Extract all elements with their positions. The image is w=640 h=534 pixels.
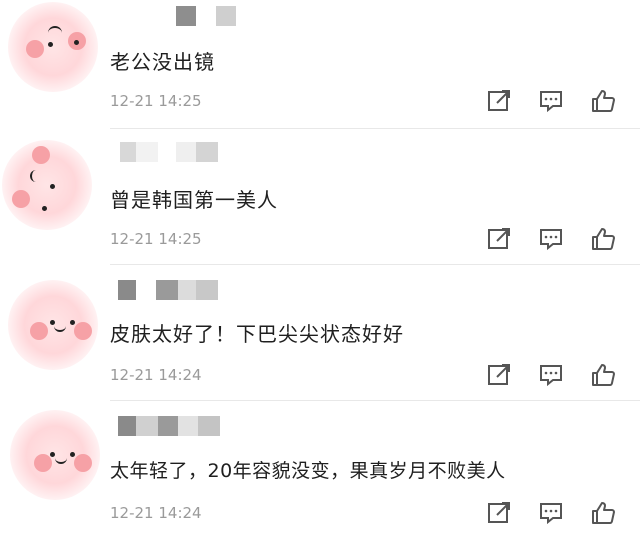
- comment-icon: [540, 91, 562, 113]
- like-button[interactable]: [590, 88, 616, 114]
- comment-item: 皮肤太好了！下巴尖尖状态好好 12-21 14:24: [0, 264, 640, 400]
- comment-button[interactable]: [538, 500, 564, 526]
- like-icon: [592, 228, 615, 250]
- comment-timestamp: 12-21 14:24: [110, 504, 202, 522]
- comment-text: 曾是韩国第一美人: [110, 188, 278, 212]
- comment-text: 皮肤太好了！下巴尖尖状态好好: [110, 322, 404, 346]
- username-redacted[interactable]: [118, 280, 218, 300]
- share-button[interactable]: [486, 88, 512, 114]
- comment-item: 老公没出镜 12-21 14:25: [0, 0, 640, 128]
- like-button[interactable]: [590, 362, 616, 388]
- like-icon: [592, 364, 615, 386]
- comment-item: 曾是韩国第一美人 12-21 14:25: [0, 128, 640, 264]
- avatar[interactable]: [8, 280, 98, 370]
- like-icon: [592, 90, 615, 112]
- comment-timestamp: 12-21 14:25: [110, 92, 202, 110]
- avatar[interactable]: [10, 410, 100, 500]
- username-redacted[interactable]: [176, 6, 236, 26]
- comment-icon: [540, 365, 562, 387]
- comment-text: 老公没出镜: [110, 50, 215, 74]
- share-icon: [488, 364, 510, 385]
- comment-item: 太年轻了，20年容貌没变，果真岁月不败美人 12-21 14:24: [0, 400, 640, 534]
- share-button[interactable]: [486, 500, 512, 526]
- username-redacted[interactable]: [118, 416, 220, 436]
- comment-timestamp: 12-21 14:25: [110, 230, 202, 248]
- share-icon: [488, 228, 510, 249]
- like-button[interactable]: [590, 500, 616, 526]
- comment-timestamp: 12-21 14:24: [110, 366, 202, 384]
- comment-icon: [540, 503, 562, 525]
- share-button[interactable]: [486, 226, 512, 252]
- comment-button[interactable]: [538, 226, 564, 252]
- share-button[interactable]: [486, 362, 512, 388]
- share-icon: [488, 502, 510, 523]
- comment-button[interactable]: [538, 362, 564, 388]
- avatar[interactable]: [8, 2, 98, 92]
- share-icon: [488, 90, 510, 111]
- like-icon: [592, 502, 615, 524]
- like-button[interactable]: [590, 226, 616, 252]
- comment-icon: [540, 229, 562, 251]
- comment-button[interactable]: [538, 88, 564, 114]
- comment-text: 太年轻了，20年容貌没变，果真岁月不败美人: [110, 460, 506, 482]
- avatar[interactable]: [2, 140, 92, 230]
- username-redacted[interactable]: [120, 142, 218, 162]
